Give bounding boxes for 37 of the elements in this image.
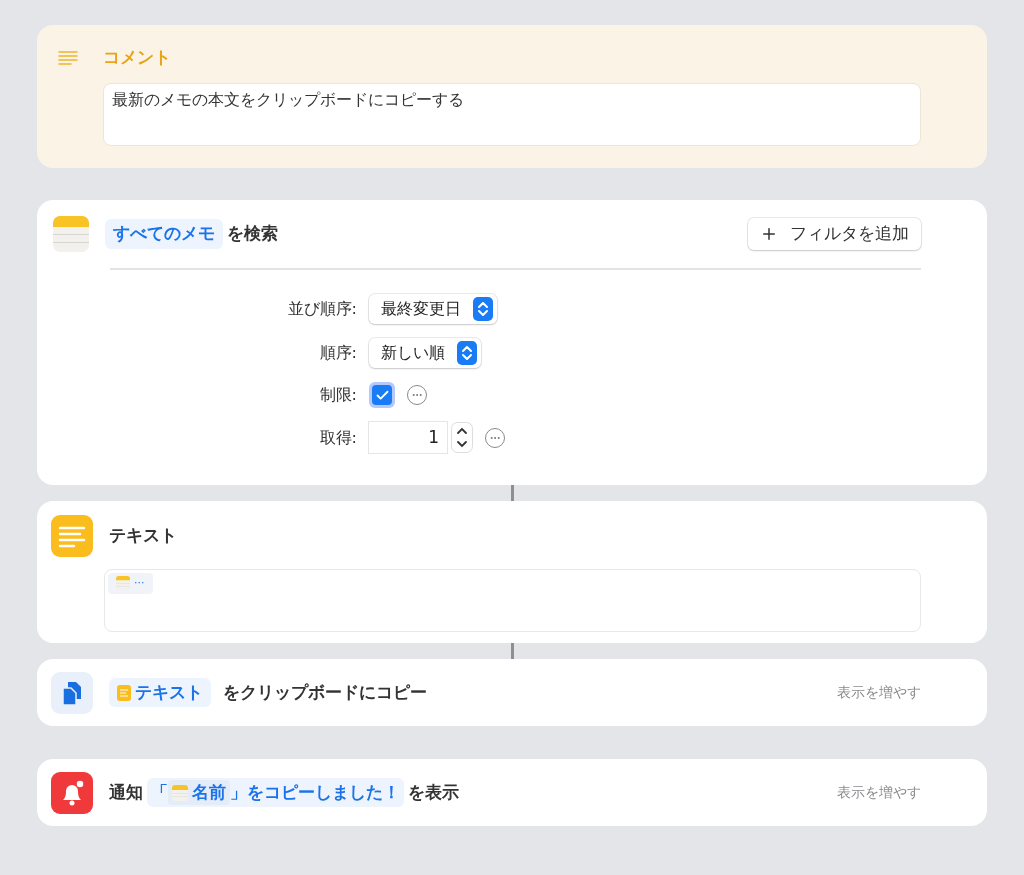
- checkbox[interactable]: [369, 382, 395, 408]
- notes-icon: [116, 576, 130, 591]
- action-text: を表示: [408, 780, 459, 804]
- message-text: 」をコピーしました！: [230, 780, 400, 804]
- comment-field[interactable]: 最新のメモの本文をクリップボードにコピーする: [103, 82, 921, 146]
- action-text: 通知: [109, 780, 143, 804]
- show-more-link[interactable]: 表示を増やす: [837, 682, 921, 703]
- text-lines-icon: [51, 515, 93, 557]
- updown-icon: [473, 297, 493, 321]
- text-lines-icon: [117, 684, 131, 701]
- comment-title: コメント: [103, 46, 171, 69]
- action-text: をクリップボードにコピー: [223, 680, 427, 704]
- option-label: 並び順序:: [287, 298, 357, 320]
- notes-icon: [53, 216, 89, 252]
- message-token[interactable]: 「 名前 」をコピーしました！: [147, 777, 404, 808]
- option-label: 制限:: [319, 384, 357, 406]
- quote-mark: 「: [151, 780, 168, 804]
- popup-button[interactable]: 新しい順: [369, 338, 481, 368]
- stepper-icon[interactable]: [451, 422, 473, 453]
- option-label: 取得:: [319, 426, 357, 449]
- plus-icon: [760, 225, 778, 243]
- updown-icon: [457, 341, 477, 365]
- documents-icon: [51, 671, 93, 714]
- variable-token[interactable]: 名前: [168, 779, 230, 806]
- show-more-link[interactable]: 表示を増やす: [837, 782, 921, 803]
- add-filter-button[interactable]: フィルタを追加: [748, 218, 921, 250]
- popup-button[interactable]: 最終変更日: [369, 294, 497, 324]
- variable-token[interactable]: テキスト: [109, 677, 211, 708]
- notes-icon: [172, 784, 188, 801]
- variable-token[interactable]: すべてのメモ: [105, 219, 223, 249]
- variable-token[interactable]: ···: [108, 573, 153, 594]
- bell-icon: [51, 771, 93, 814]
- text-field[interactable]: ···: [104, 569, 921, 632]
- action-text: を検索: [227, 222, 278, 246]
- action-title: テキスト: [109, 524, 177, 548]
- option-label: 順序:: [319, 342, 357, 364]
- lines-icon: [57, 48, 79, 67]
